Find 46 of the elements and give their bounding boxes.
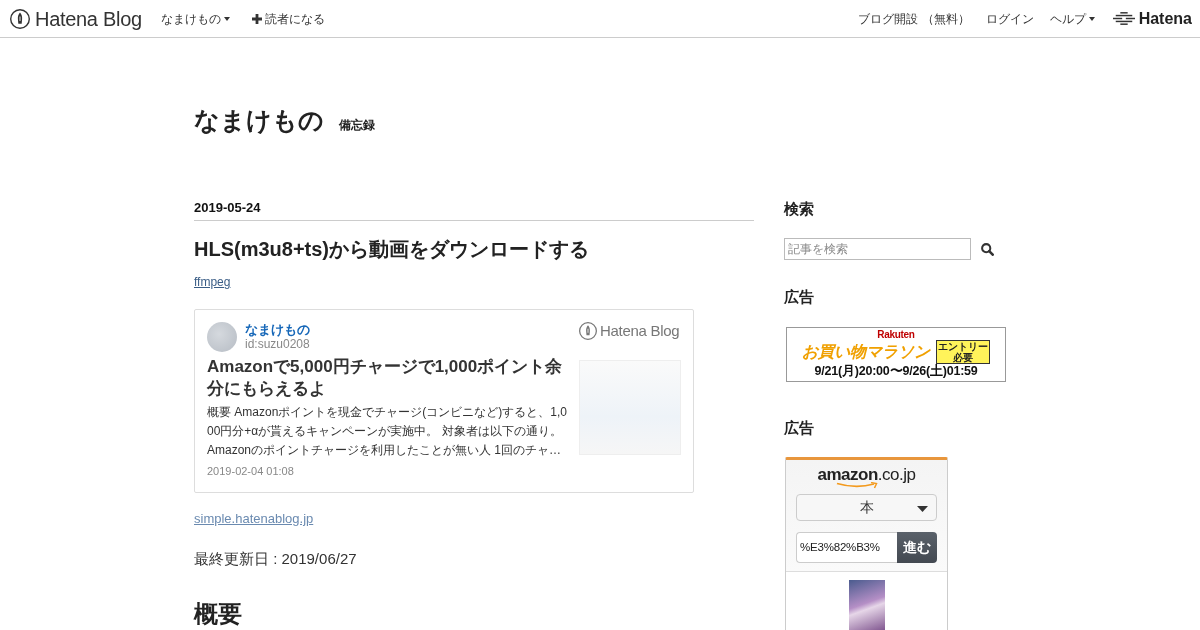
book-cover-placeholder[interactable] bbox=[848, 580, 885, 630]
category-link[interactable]: ffmpeg bbox=[194, 275, 231, 289]
avatar-icon bbox=[207, 322, 237, 352]
banner-dates: 9/21(月)20:00〜9/26(土)01:59 bbox=[814, 364, 978, 379]
post-date: 2019-05-24 bbox=[194, 200, 261, 216]
caret-icon bbox=[1088, 16, 1095, 21]
nav-link[interactable]: ログイン bbox=[985, 10, 1034, 27]
search-field[interactable]: %E3%82%B3% bbox=[796, 532, 897, 563]
go-button[interactable]: 進む bbox=[897, 532, 937, 563]
author-id: id:suzu0208 bbox=[245, 337, 310, 352]
search-icon bbox=[981, 242, 994, 256]
category-select[interactable]: 本 bbox=[796, 494, 937, 521]
last-updated-text: 最終更新日 : 2019/06/27 bbox=[194, 549, 358, 568]
entry-badge: エントリー必要 bbox=[936, 340, 990, 364]
search-button[interactable] bbox=[981, 242, 994, 256]
hatena-link[interactable]: Hatena bbox=[1112, 9, 1192, 28]
dropdown-menu-link[interactable]: ヘルプ bbox=[1049, 10, 1095, 27]
caret-icon bbox=[917, 506, 928, 512]
blog-title-link[interactable]: なまけもの bbox=[194, 106, 324, 135]
caret-icon bbox=[223, 16, 230, 21]
shop-logo: amazon.co.jp bbox=[817, 466, 916, 483]
banner-brand: Rakuten bbox=[877, 329, 915, 340]
embed-excerpt: 概要 Amazonポイントを現金でチャージ(コンビニなど)すると、1,000円分+αが貰えるキャンペーンが実施中。 対象者は以下の通り。 Amazonのポイントチャージを利用したことが無い人 1回のチャ… bbox=[207, 404, 569, 459]
banner-headline: お買い物マラソン bbox=[802, 342, 930, 362]
subscribe-link[interactable]: 読者になる bbox=[251, 10, 325, 27]
embed-timestamp: 2019-02-04 01:08 bbox=[207, 464, 295, 478]
post-title: HLS(m3u8+ts)から動画をダウンロードする bbox=[194, 237, 591, 261]
embed-title: Amazonで5,000円チャージで1,000ポイント余分にもらえるよ bbox=[207, 356, 564, 400]
nav-link[interactable]: ブログ開設 （無料） bbox=[858, 10, 970, 27]
embed-card[interactable]: なまけもの id:suzu0208 Amazonで5,000円チャージで1,000ポイント余分にもらえるよ 概要 Amazonポイントを現金でチャージ(コンビニなど)すると、1,000円分+αが貰えるキャンペーンが実施中。 対象者は以下の通り。 Amazonのポイントチャージを利用したことが無い人 1回のチャ… 2019-02-04 01:08 Hatena Blog bbox=[194, 309, 694, 493]
blog-tagline: 備忘録 bbox=[339, 117, 375, 134]
striped-mark-icon bbox=[1112, 12, 1135, 25]
dropdown-menu-link[interactable]: なまけもの bbox=[160, 10, 230, 27]
smile-arrow-icon bbox=[835, 482, 880, 489]
author-link[interactable]: なまけもの bbox=[245, 322, 310, 337]
blog-logo-link[interactable]: Hatena Blog bbox=[10, 6, 142, 31]
plus-icon bbox=[251, 13, 262, 24]
pen-circle-icon bbox=[579, 322, 597, 340]
section-heading: 概要 bbox=[194, 600, 243, 628]
pen-circle-icon bbox=[10, 8, 30, 29]
source-link[interactable]: simple.hatenablog.jp bbox=[194, 511, 314, 526]
sidebar-heading: 広告 bbox=[784, 288, 815, 306]
search-field[interactable]: 記事を検索 bbox=[784, 238, 971, 260]
embed-logo-text: Hatena Blog bbox=[600, 322, 680, 340]
sidebar-heading: 広告 bbox=[784, 419, 815, 437]
sidebar-heading: 検索 bbox=[784, 200, 815, 218]
